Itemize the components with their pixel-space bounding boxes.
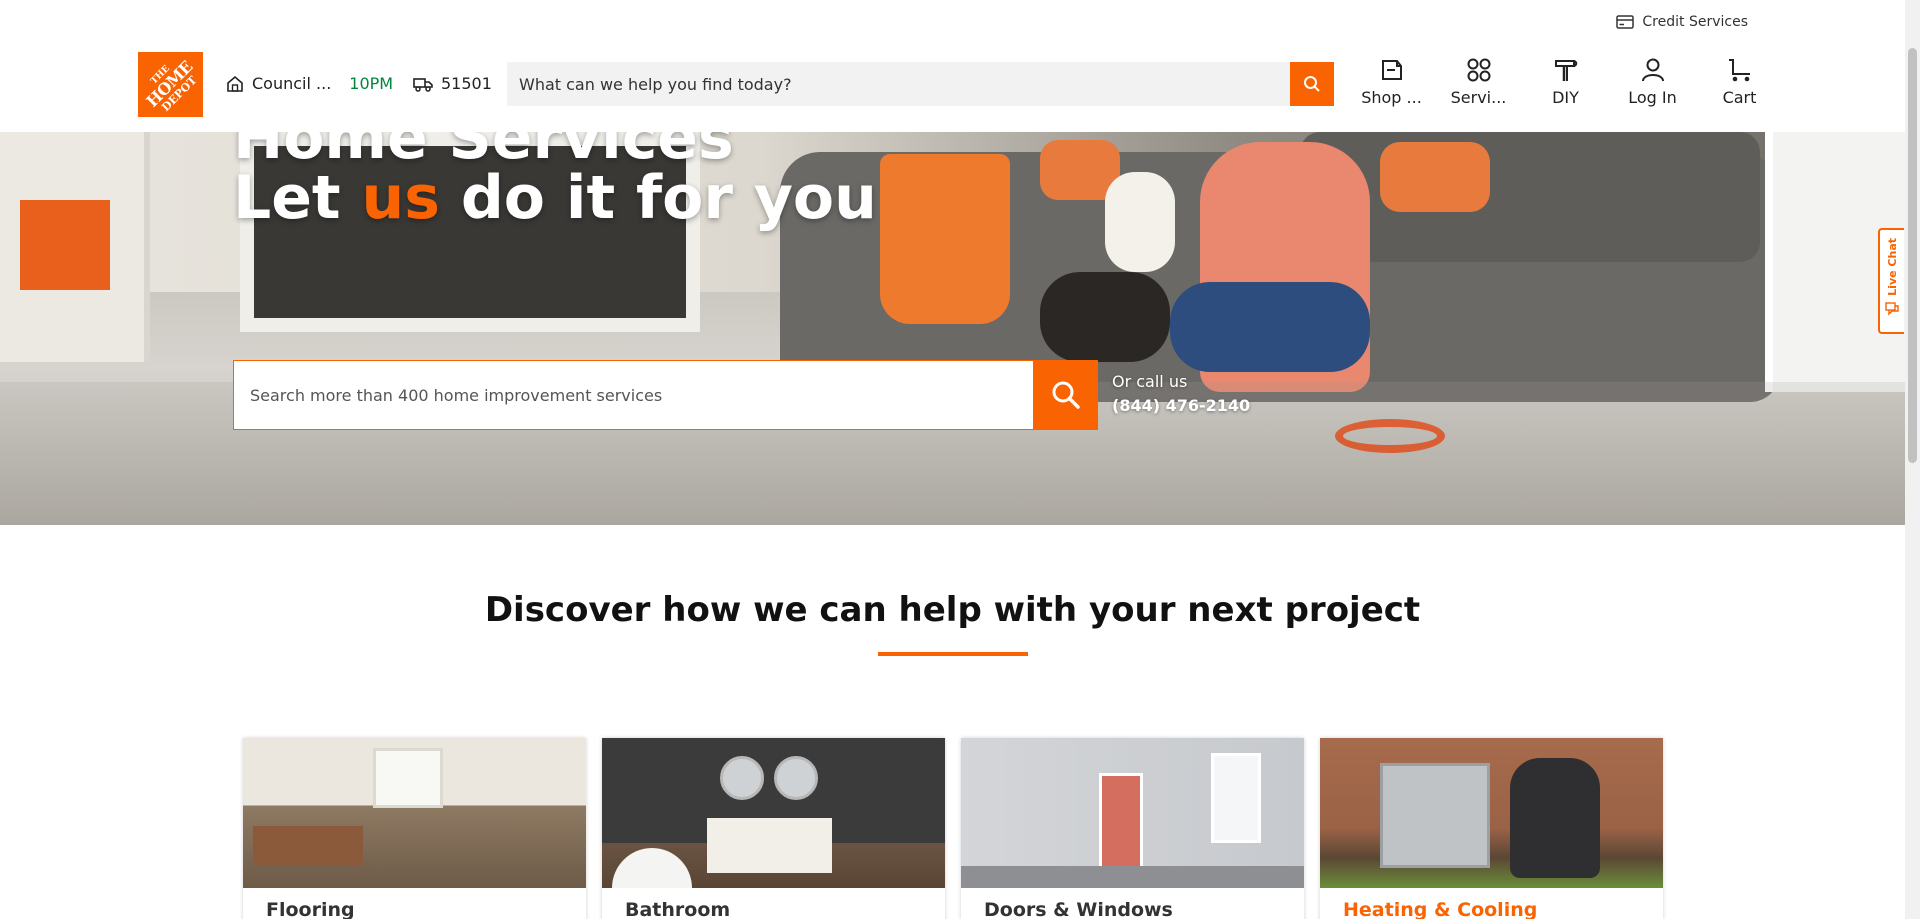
card-heating-cooling[interactable]: Heating & Cooling bbox=[1320, 738, 1663, 919]
card-flooring[interactable]: Flooring bbox=[243, 738, 586, 919]
call-us: Or call us (844) 476-2140 bbox=[1112, 370, 1250, 418]
nav-diy-label: DIY bbox=[1552, 88, 1579, 107]
credit-card-icon bbox=[1616, 15, 1635, 29]
search-icon bbox=[1052, 381, 1080, 409]
live-chat-label: Live Chat bbox=[1885, 238, 1899, 296]
chat-icon bbox=[1885, 302, 1899, 316]
credit-services-link[interactable]: Credit Services bbox=[1616, 14, 1748, 30]
services-icon bbox=[1467, 58, 1490, 82]
nav-diy[interactable]: DIY bbox=[1522, 56, 1609, 107]
site-search bbox=[507, 62, 1334, 106]
nav-services-label: Servi... bbox=[1450, 88, 1507, 107]
nav-shop[interactable]: Shop ... bbox=[1348, 56, 1435, 107]
cart-icon bbox=[1728, 59, 1750, 82]
card-label: Bathroom bbox=[625, 899, 731, 919]
discover-section: Discover how we can help with your next … bbox=[0, 590, 1905, 630]
nav-cart-label: Cart bbox=[1722, 88, 1757, 107]
services-search-input[interactable] bbox=[234, 361, 1034, 429]
discover-title-underline bbox=[878, 652, 1028, 656]
card-bathroom[interactable]: Bathroom bbox=[602, 738, 945, 919]
phone-number-link[interactable]: (844) 476-2140 bbox=[1112, 394, 1250, 418]
header-nav: Shop ... Servi... DIY Log In Cart bbox=[1348, 56, 1783, 107]
nav-services[interactable]: Servi... bbox=[1435, 56, 1522, 107]
nav-login-label: Log In bbox=[1628, 88, 1677, 107]
shop-icon bbox=[1381, 60, 1402, 80]
nav-login[interactable]: Log In bbox=[1609, 56, 1696, 107]
page-scrollbar[interactable] bbox=[1905, 0, 1920, 919]
delivery-zip-selector[interactable]: 51501 bbox=[413, 74, 492, 93]
nav-shop-label: Shop ... bbox=[1361, 88, 1422, 107]
store-name: Council ... bbox=[252, 74, 332, 93]
search-icon bbox=[1304, 76, 1320, 92]
nav-cart[interactable]: Cart bbox=[1696, 56, 1783, 107]
hero-blanket bbox=[880, 154, 1010, 324]
hero-person-legs bbox=[1170, 282, 1370, 372]
site-search-button[interactable] bbox=[1290, 62, 1334, 106]
truck-icon bbox=[413, 77, 433, 92]
card-label: Flooring bbox=[266, 899, 355, 919]
live-chat-tab[interactable]: Live Chat bbox=[1878, 228, 1904, 334]
hero-title-accent: us bbox=[361, 163, 440, 233]
home-depot-logo[interactable]: THE HOME DEPOT bbox=[138, 52, 203, 117]
hero-dog bbox=[1040, 272, 1170, 362]
discover-title: Discover how we can help with your next … bbox=[484, 590, 1421, 630]
user-icon bbox=[1641, 58, 1664, 82]
store-hours: 10PM bbox=[349, 74, 394, 93]
hero-bookshelf bbox=[0, 132, 150, 362]
hammer-icon bbox=[1554, 60, 1577, 81]
hero-title-line2: Let us do it for you bbox=[233, 163, 877, 233]
services-search-button[interactable] bbox=[1033, 360, 1098, 430]
site-header: Credit Services THE HOME DEPOT Council .… bbox=[0, 0, 1905, 132]
delivery-zip: 51501 bbox=[441, 74, 492, 93]
flooring-image bbox=[243, 738, 586, 888]
heating-cooling-image bbox=[1320, 738, 1663, 888]
card-label: Doors & Windows bbox=[984, 899, 1173, 919]
store-icon bbox=[227, 75, 243, 92]
card-label: Heating & Cooling bbox=[1343, 899, 1538, 919]
credit-services-label: Credit Services bbox=[1642, 14, 1748, 30]
call-us-label: Or call us bbox=[1112, 372, 1188, 391]
doors-windows-image bbox=[961, 738, 1304, 888]
bathroom-image bbox=[602, 738, 945, 888]
hero-banner: Home Services Let us do it for you Or ca… bbox=[0, 132, 1905, 525]
logo-wordmark: THE HOME DEPOT bbox=[142, 56, 200, 114]
scrollbar-thumb[interactable] bbox=[1908, 48, 1917, 463]
project-cards: Flooring Bathroom Doors & Windows Heatin… bbox=[243, 738, 1663, 919]
card-doors-windows[interactable]: Doors & Windows bbox=[961, 738, 1304, 919]
site-search-input[interactable] bbox=[507, 62, 1287, 106]
services-search bbox=[233, 360, 1098, 430]
hero-child bbox=[1105, 172, 1175, 272]
hero-pillow bbox=[1380, 142, 1490, 212]
store-selector[interactable]: Council ... 10PM bbox=[226, 74, 393, 93]
